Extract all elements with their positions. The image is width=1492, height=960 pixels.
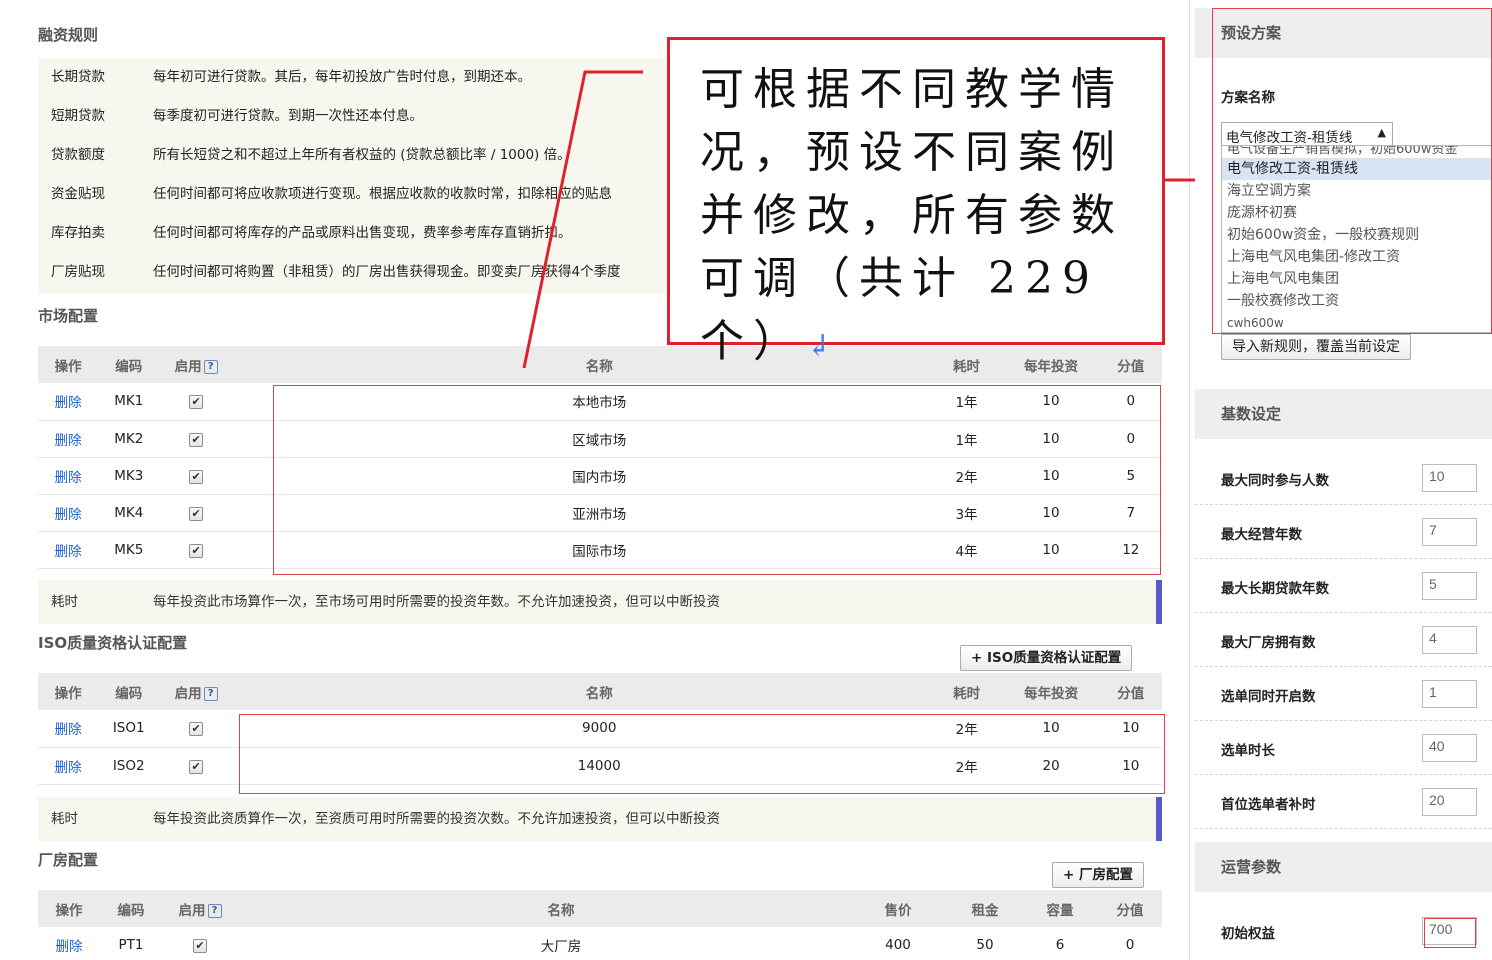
field-label: 首位选单者补时 — [1221, 797, 1316, 813]
preset-dropdown-list[interactable]: 电气设备生产销售模拟，初始600w资金 电气修改工资-租赁线 海立空调方案 庞源… — [1221, 145, 1492, 333]
preset-option[interactable]: 电气设备生产销售模拟，初始600w资金 — [1222, 146, 1491, 158]
field-input[interactable]: 700 — [1422, 917, 1477, 945]
field-input[interactable]: 4 — [1422, 626, 1477, 654]
base-header: 基数设定 — [1195, 389, 1492, 439]
field-label: 初始权益 — [1221, 926, 1275, 942]
preset-option-selected[interactable]: 电气修改工资-租赁线 — [1222, 158, 1491, 180]
annotation-text: 可根据不同教学情况，预设不同案例并修改，所有参数可调（共计 229 个）↲ — [700, 58, 1142, 378]
preset-option[interactable]: 初始600w资金，一般校赛规则 — [1222, 224, 1491, 246]
settings-sidebar: 预设方案 方案名称 电气修改工资-租赁线 ▲ 电气设备生产销售模拟，初始600w… — [1195, 0, 1492, 960]
field-input[interactable]: 40 — [1422, 734, 1477, 762]
preset-name-label: 方案名称 — [1221, 90, 1275, 106]
preset-option[interactable]: 庞源杯初赛 — [1222, 202, 1491, 224]
annotation-body: 可根据不同教学情况，预设不同案例并修改，所有参数可调（共计 229 个） — [700, 64, 1124, 367]
ops-header: 运营参数 — [1195, 842, 1492, 892]
field-first-pick-bonus: 首位选单者补时 20 — [1195, 775, 1492, 829]
preset-option[interactable]: 上海电气风电集团-修改工资 — [1222, 246, 1491, 268]
pointer-line-left — [522, 70, 643, 369]
return-icon: ↲ — [806, 329, 841, 364]
preset-option[interactable]: 海立空调方案 — [1222, 180, 1491, 202]
field-max-players: 最大同时参与人数 10 — [1195, 451, 1492, 505]
field-max-factories: 最大厂房拥有数 4 — [1195, 613, 1492, 667]
preset-option[interactable]: cwh600w — [1222, 312, 1491, 332]
field-order-duration: 选单时长 40 — [1195, 721, 1492, 775]
field-input[interactable]: 7 — [1422, 518, 1477, 546]
field-label: 最大长期贷款年数 — [1221, 581, 1329, 597]
field-label: 选单时长 — [1221, 743, 1275, 759]
field-max-loan-years: 最大长期贷款年数 5 — [1195, 559, 1492, 613]
preset-option[interactable]: 上海电气风电集团 — [1222, 268, 1491, 290]
field-label: 最大经营年数 — [1221, 527, 1302, 543]
field-open-orders: 选单同时开启数 1 — [1195, 667, 1492, 721]
preset-header: 预设方案 — [1195, 8, 1492, 58]
preset-option[interactable]: 一般校赛修改工资 — [1222, 290, 1491, 312]
field-input[interactable]: 1 — [1422, 680, 1477, 708]
field-label: 最大同时参与人数 — [1221, 473, 1329, 489]
field-label: 选单同时开启数 — [1221, 689, 1316, 705]
field-initial-equity: 初始权益 700 — [1195, 904, 1492, 958]
preset-selected-value: 电气修改工资-租赁线 — [1226, 130, 1353, 146]
field-max-years: 最大经营年数 7 — [1195, 505, 1492, 559]
import-rules-button[interactable]: 导入新规则，覆盖当前设定 — [1221, 334, 1411, 360]
field-input[interactable]: 20 — [1422, 788, 1477, 816]
annotation-callout: 可根据不同教学情况，预设不同案例并修改，所有参数可调（共计 229 个）↲ — [667, 37, 1165, 367]
field-input[interactable]: 10 — [1422, 464, 1477, 492]
field-input[interactable]: 5 — [1422, 572, 1477, 600]
chevron-up-icon: ▲ — [1377, 126, 1386, 139]
field-label: 最大厂房拥有数 — [1221, 635, 1316, 651]
